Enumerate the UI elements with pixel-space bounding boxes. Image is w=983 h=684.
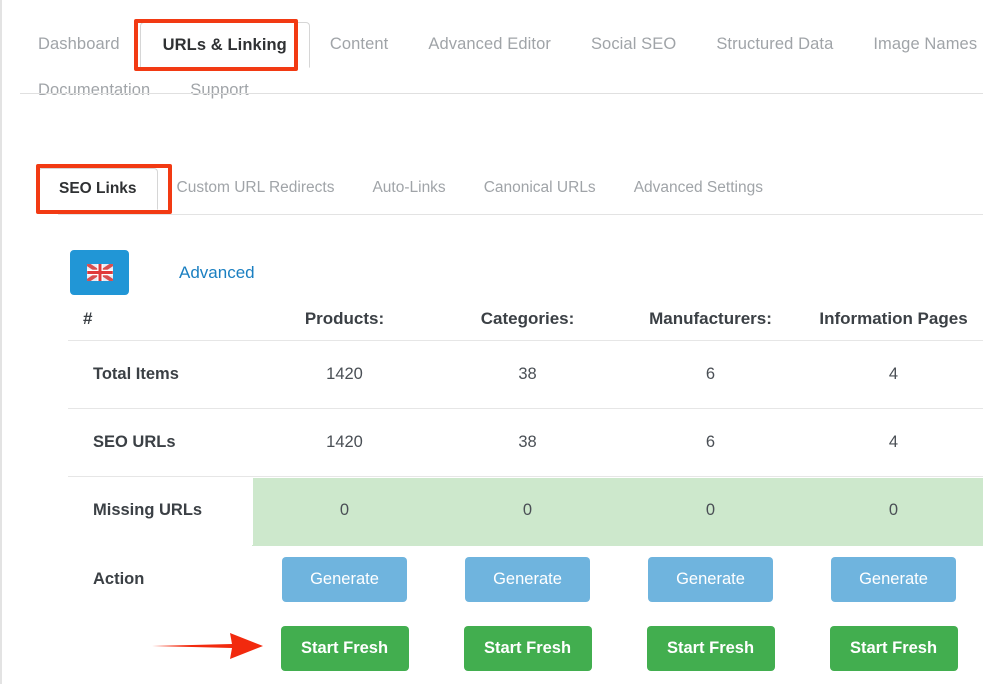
subtab-custom-url-redirects[interactable]: Custom URL Redirects: [158, 168, 354, 208]
cell-total-items-categories: 38: [518, 365, 537, 383]
start-fresh-button-manufacturers[interactable]: Start Fresh: [646, 625, 775, 671]
column-header-products: Products:: [304, 309, 385, 328]
subtab-advanced-settings[interactable]: Advanced Settings: [615, 168, 782, 208]
table-action-row-generate: Action Generate Generate Generate Genera…: [68, 544, 983, 614]
cell-action-categories-generate: Generate: [436, 556, 619, 602]
cell-action-information-pages-generate: Generate: [802, 556, 983, 602]
cell-action-information-pages-start-fresh: Start Fresh: [802, 625, 983, 671]
tab-advanced-editor[interactable]: Advanced Editor: [408, 22, 571, 66]
uk-flag-icon: [86, 264, 113, 281]
cell-missing-urls-manufacturers: 0: [705, 501, 716, 519]
advanced-link[interactable]: Advanced: [179, 262, 255, 284]
primary-nav-divider: [20, 93, 983, 94]
cell-total-items-products: 1420: [326, 365, 363, 383]
row-label-seo-urls: SEO URLs: [93, 433, 176, 451]
cell-missing-urls-products: 0: [339, 501, 350, 519]
cell-missing-urls-categories: 0: [522, 501, 533, 519]
cell-seo-urls-products: 1420: [326, 433, 363, 451]
generate-button-products[interactable]: Generate: [282, 556, 407, 602]
column-header-information-pages: Information Pages: [819, 309, 968, 328]
tab-content[interactable]: Content: [310, 22, 409, 66]
tab-documentation[interactable]: Documentation: [18, 68, 170, 112]
row-label-action: Action: [93, 569, 145, 588]
secondary-nav-divider: [58, 214, 983, 215]
table-action-row-start-fresh: Start Fresh Start Fresh Start Fresh Star…: [68, 614, 983, 682]
table-row: SEO URLs 1420 38 6 4: [68, 408, 983, 476]
secondary-nav: SEO Links Custom URL Redirects Auto-Link…: [38, 168, 782, 210]
cell-action-products-generate: Generate: [253, 556, 436, 602]
language-selector-button[interactable]: [70, 250, 129, 295]
row-label-total-items: Total Items: [93, 365, 179, 383]
subtab-auto-links[interactable]: Auto-Links: [353, 168, 464, 208]
tab-urls-and-linking[interactable]: URLs & Linking: [139, 22, 310, 68]
tab-image-names[interactable]: Image Names: [853, 22, 983, 66]
app-page: Dashboard URLs & Linking Content Advance…: [0, 0, 983, 684]
table-header-row: # Products: Categories: Manufacturers: I…: [68, 298, 983, 340]
seo-links-table: # Products: Categories: Manufacturers: I…: [68, 298, 983, 682]
primary-nav-row-1: Dashboard URLs & Linking Content Advance…: [18, 22, 983, 68]
cell-total-items-information-pages: 4: [888, 365, 899, 383]
cell-seo-urls-manufacturers: 6: [705, 433, 716, 451]
primary-nav-row-2: Documentation Support: [18, 68, 983, 108]
column-header-categories: Categories:: [480, 309, 575, 328]
table-row: Total Items 1420 38 6 4: [68, 340, 983, 408]
tab-dashboard[interactable]: Dashboard: [18, 22, 140, 66]
primary-nav: Dashboard URLs & Linking Content Advance…: [18, 22, 983, 114]
generate-button-categories[interactable]: Generate: [465, 556, 590, 602]
window-left-edge: [0, 0, 2, 684]
cell-missing-urls-information-pages: 0: [888, 501, 899, 519]
cell-action-products-start-fresh: Start Fresh: [253, 625, 436, 671]
start-fresh-button-products[interactable]: Start Fresh: [280, 625, 409, 671]
tab-social-seo[interactable]: Social SEO: [571, 22, 696, 66]
start-fresh-button-information-pages[interactable]: Start Fresh: [829, 625, 958, 671]
row-label-missing-urls: Missing URLs: [68, 476, 253, 545]
column-header-hash: #: [83, 309, 93, 328]
column-header-manufacturers: Manufacturers:: [649, 309, 772, 328]
table-row: Missing URLs 0 0 0 0: [68, 476, 983, 545]
language-bar: Advanced: [70, 250, 255, 295]
cell-seo-urls-categories: 38: [518, 433, 537, 451]
cell-action-categories-start-fresh: Start Fresh: [436, 625, 619, 671]
tab-support[interactable]: Support: [170, 68, 269, 112]
cell-action-manufacturers-generate: Generate: [619, 556, 802, 602]
subtab-seo-links[interactable]: SEO Links: [38, 168, 158, 210]
tab-structured-data[interactable]: Structured Data: [696, 22, 853, 66]
cell-seo-urls-information-pages: 4: [888, 433, 899, 451]
cell-action-manufacturers-start-fresh: Start Fresh: [619, 625, 802, 671]
subtab-canonical-urls[interactable]: Canonical URLs: [465, 168, 615, 208]
cell-total-items-manufacturers: 6: [705, 365, 716, 383]
start-fresh-button-categories[interactable]: Start Fresh: [463, 625, 592, 671]
generate-button-information-pages[interactable]: Generate: [831, 556, 956, 602]
generate-button-manufacturers[interactable]: Generate: [648, 556, 773, 602]
